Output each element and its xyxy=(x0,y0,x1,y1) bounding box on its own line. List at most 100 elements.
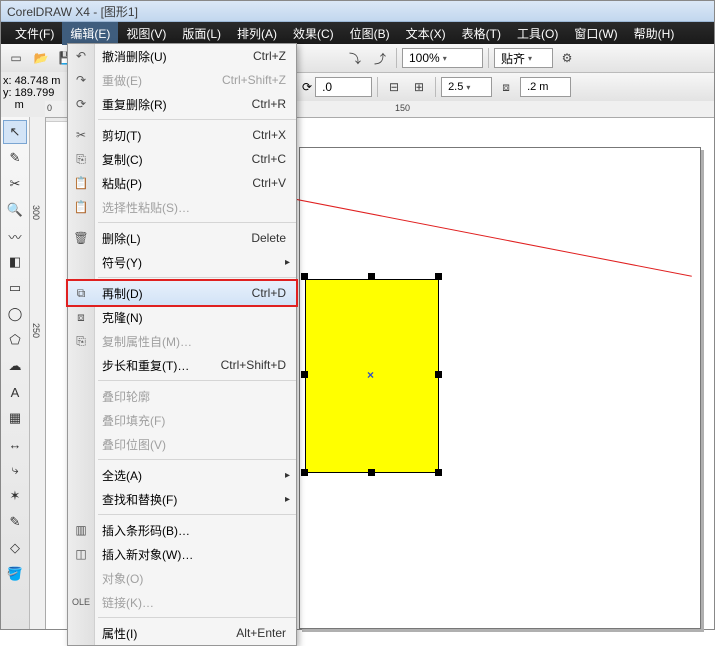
menu-duplicate[interactable]: ⧉ 再制(D) Ctrl+D xyxy=(67,280,297,306)
undo-icon: ↶ xyxy=(68,49,94,63)
menu-select-all[interactable]: 全选(A) ▸ xyxy=(68,463,296,487)
copy-icon: ⎘ xyxy=(68,152,94,167)
toolbox: ↖ ✎ ✂ 🔍 〰 ◧ ▭ ◯ ⬠ ☁ A ▦ ↔ ⤷ ✶ ✎ ◇ 🪣 xyxy=(1,117,30,629)
align-icon[interactable]: ⊟ xyxy=(383,76,405,98)
rectangle-tool-icon[interactable]: ▭ xyxy=(3,276,27,300)
menu-repeat[interactable]: ⟳ 重复删除(R) Ctrl+R xyxy=(68,92,296,116)
handle-nw[interactable] xyxy=(301,273,308,280)
menu-redo: ↷ 重做(E) Ctrl+Shift+Z xyxy=(68,68,296,92)
basic-shapes-icon[interactable]: ☁ xyxy=(3,354,27,378)
menu-cut[interactable]: ✂ 剪切(T) Ctrl+X xyxy=(68,123,296,147)
zoom-tool-icon[interactable]: 🔍 xyxy=(3,198,27,222)
paste-special-icon: 📋 xyxy=(68,200,94,214)
dimension-tool-icon[interactable]: ↔ xyxy=(3,432,27,456)
menu-links: OLE 链接(K)… xyxy=(68,590,296,614)
handle-n[interactable] xyxy=(368,273,375,280)
menu-copy-properties: ⎘ 复制属性自(M)… xyxy=(68,329,296,353)
text-tool-icon[interactable]: A xyxy=(3,380,27,404)
menu-overprint-bitmap: 叠印位图(V) xyxy=(68,432,296,456)
outline-tool-icon[interactable]: ◇ xyxy=(3,536,27,560)
menu-object: 对象(O) xyxy=(68,566,296,590)
menu-overprint-fill: 叠印填充(F) xyxy=(68,408,296,432)
handle-e[interactable] xyxy=(435,371,442,378)
effects-tool-icon[interactable]: ✶ xyxy=(3,484,27,508)
handle-w[interactable] xyxy=(301,371,308,378)
zoom-combo[interactable]: 100% ▾ xyxy=(402,48,483,68)
menu-arrange[interactable]: 排列(A) xyxy=(229,22,285,45)
eyedropper-tool-icon[interactable]: ✎ xyxy=(3,510,27,534)
menu-paste[interactable]: 📋 粘贴(P) Ctrl+V xyxy=(68,171,296,195)
paste-icon: 📋 xyxy=(68,176,94,190)
nudge-field[interactable]: 2.5▾ xyxy=(441,77,492,97)
links-icon: OLE xyxy=(68,597,94,607)
chevron-right-icon: ▸ xyxy=(285,470,290,481)
export-icon[interactable]: ⤴ xyxy=(369,47,391,69)
duplicate-icon: ⧉ xyxy=(68,286,94,301)
connector-tool-icon[interactable]: ⤷ xyxy=(3,458,27,482)
table-tool-icon[interactable]: ▦ xyxy=(3,406,27,430)
clone-icon: ⧈ xyxy=(68,310,94,325)
handle-s[interactable] xyxy=(368,469,375,476)
menu-overprint-outline: 叠印轮廓 xyxy=(68,384,296,408)
menu-tools[interactable]: 工具(O) xyxy=(509,22,566,45)
menu-layout[interactable]: 版面(L) xyxy=(174,22,229,45)
menu-step-repeat[interactable]: 步长和重复(T)… Ctrl+Shift+D xyxy=(68,353,296,377)
freehand-tool-icon[interactable]: 〰 xyxy=(3,224,27,248)
copy-prop-icon: ⎘ xyxy=(68,334,94,349)
coord-x: 48.748 m xyxy=(15,75,61,87)
menu-insert-object[interactable]: ◫ 插入新对象(W)… xyxy=(68,542,296,566)
distribute-icon[interactable]: ⊞ xyxy=(408,76,430,98)
menu-properties[interactable]: 属性(I) Alt+Enter xyxy=(68,621,296,645)
dupdist-icon[interactable]: ⧈ xyxy=(495,76,517,98)
handle-ne[interactable] xyxy=(435,273,442,280)
handle-sw[interactable] xyxy=(301,469,308,476)
ruler-vertical: 300 250 xyxy=(29,117,46,629)
barcode-icon: ▥ xyxy=(68,523,94,537)
menu-text[interactable]: 文本(X) xyxy=(398,22,454,45)
menu-find-replace[interactable]: 查找和替换(F) ▸ xyxy=(68,487,296,511)
fill-tool-icon[interactable]: 🪣 xyxy=(3,562,27,586)
edit-menu-dropdown: ↶ 撤消删除(U) Ctrl+Z ↷ 重做(E) Ctrl+Shift+Z ⟳ … xyxy=(67,43,297,646)
repeat-icon: ⟳ xyxy=(68,97,94,111)
open-icon[interactable]: 📂 xyxy=(30,47,52,69)
menu-edit[interactable]: 编辑(E) xyxy=(62,22,118,45)
menu-bar: 文件(F) 编辑(E) 视图(V) 版面(L) 排列(A) 效果(C) 位图(B… xyxy=(1,22,714,44)
chevron-right-icon: ▸ xyxy=(285,257,290,268)
menu-window[interactable]: 窗口(W) xyxy=(566,22,625,45)
redo-icon: ↷ xyxy=(68,73,94,87)
menu-bitmaps[interactable]: 位图(B) xyxy=(342,22,398,45)
chevron-down-icon: ▾ xyxy=(528,54,532,63)
smartfill-tool-icon[interactable]: ◧ xyxy=(3,250,27,274)
import-icon[interactable]: ⤵ xyxy=(344,47,366,69)
shape-tool-icon[interactable]: ✎ xyxy=(3,146,27,170)
pick-tool-icon[interactable]: ↖ xyxy=(3,120,27,144)
menu-file[interactable]: 文件(F) xyxy=(7,22,62,45)
menu-insert-barcode[interactable]: ▥ 插入条形码(B)… xyxy=(68,518,296,542)
menu-copy[interactable]: ⎘ 复制(C) Ctrl+C xyxy=(68,147,296,171)
menu-view[interactable]: 视图(V) xyxy=(118,22,174,45)
menu-undo[interactable]: ↶ 撤消删除(U) Ctrl+Z xyxy=(68,44,296,68)
menu-symbol[interactable]: 符号(Y) ▸ xyxy=(68,250,296,274)
insert-object-icon: ◫ xyxy=(68,547,94,561)
chevron-right-icon: ▸ xyxy=(285,494,290,505)
crop-tool-icon[interactable]: ✂ xyxy=(3,172,27,196)
title-bar: CorelDRAW X4 - [图形1] xyxy=(1,1,714,22)
ellipse-tool-icon[interactable]: ◯ xyxy=(3,302,27,326)
options-icon[interactable]: ⚙ xyxy=(556,47,578,69)
menu-effects[interactable]: 效果(C) xyxy=(285,22,342,45)
menu-help[interactable]: 帮助(H) xyxy=(626,22,683,45)
new-icon[interactable]: ▭ xyxy=(5,47,27,69)
selection-center-icon: × xyxy=(367,368,374,382)
menu-paste-special: 📋 选择性粘贴(S)… xyxy=(68,195,296,219)
rotation-field[interactable]: .0 xyxy=(315,77,372,97)
polygon-tool-icon[interactable]: ⬠ xyxy=(3,328,27,352)
menu-delete[interactable]: 🗑 删除(L) Delete xyxy=(68,226,296,250)
handle-se[interactable] xyxy=(435,469,442,476)
delete-icon: 🗑 xyxy=(68,231,94,245)
menu-table[interactable]: 表格(T) xyxy=(454,22,509,45)
snap-combo[interactable]: 贴齐 ▾ xyxy=(494,48,553,68)
snap-label: 贴齐 xyxy=(501,50,525,67)
rotation-icon: ⟳ xyxy=(302,80,312,94)
menu-clone[interactable]: ⧈ 克隆(N) xyxy=(68,305,296,329)
unit-field[interactable]: .2 m xyxy=(520,77,571,97)
